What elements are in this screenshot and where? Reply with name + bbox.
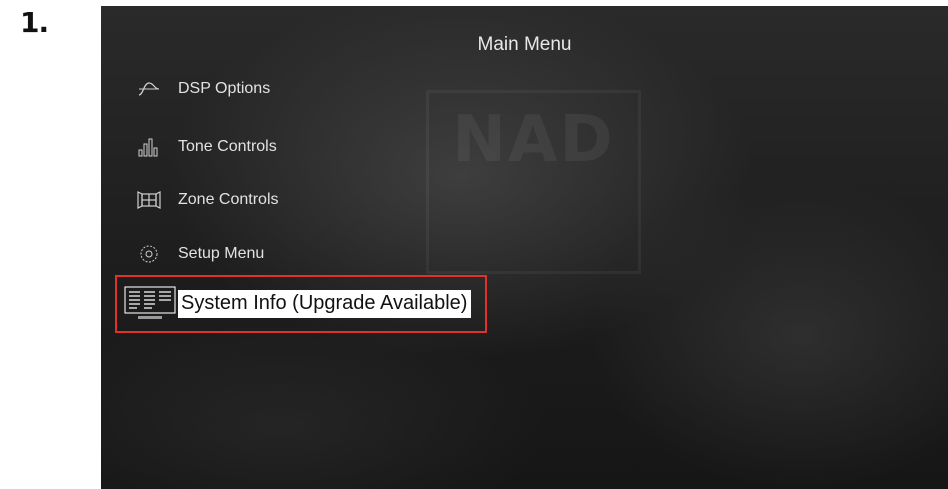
menu-item-setup-menu[interactable]: Setup Menu [134, 238, 264, 270]
menu-item-label: DSP Options [178, 80, 271, 97]
menu-item-system-info[interactable]: System Info (Upgrade Available) [115, 275, 487, 333]
menu-item-label: Tone Controls [178, 138, 277, 155]
menu-item-dsp-options[interactable]: DSP Options [134, 73, 270, 105]
waveform-icon [134, 77, 164, 101]
step-number: 1. [20, 6, 49, 39]
system-info-icon [124, 285, 176, 323]
equalizer-icon [134, 135, 164, 159]
menu-item-label: System Info (Upgrade Available) [178, 290, 472, 318]
menu-item-label: Setup Menu [178, 245, 265, 262]
menu-item-zone-controls[interactable]: Zone Controls [134, 184, 279, 216]
tv-screen: NAD Main Menu DSP Options Tone Controls … [101, 6, 948, 489]
main-menu: DSP Options Tone Controls Zone Controls … [101, 6, 948, 489]
gear-icon [134, 242, 164, 266]
menu-item-label: Zone Controls [178, 191, 279, 208]
menu-item-tone-controls[interactable]: Tone Controls [134, 131, 277, 163]
zone-icon [134, 188, 164, 212]
